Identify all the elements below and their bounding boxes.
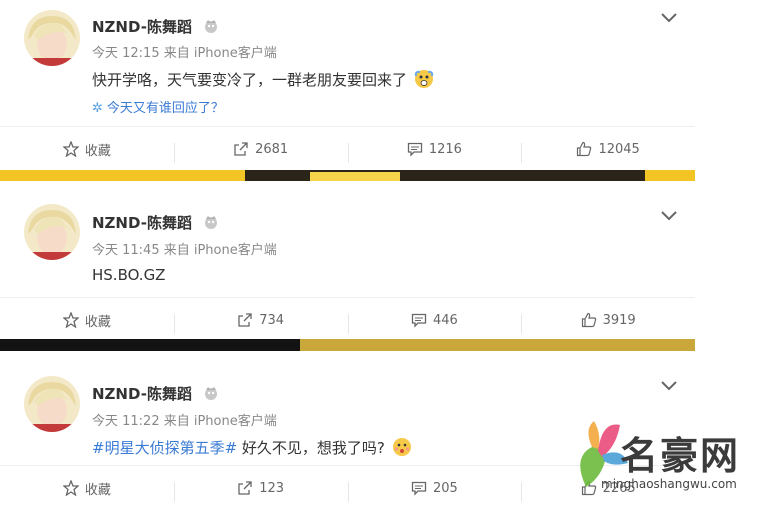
repost-button[interactable]: 2681	[173, 141, 348, 163]
chevron-down-icon[interactable]	[661, 8, 677, 23]
comment-button[interactable]: 446	[347, 312, 522, 334]
action-bar: 收藏 2681 1216 12045	[0, 126, 695, 171]
member-badge-icon	[203, 214, 219, 234]
star-icon	[62, 312, 79, 328]
comment-icon	[411, 481, 427, 496]
share-icon	[238, 313, 252, 327]
username[interactable]: NZND-陈舞蹈	[92, 212, 219, 234]
share-icon	[234, 142, 248, 156]
post-text: HS.BO.GZ	[92, 266, 166, 284]
scared-face-icon	[414, 69, 434, 93]
member-badge-icon	[203, 385, 219, 405]
star-icon	[62, 480, 79, 496]
share-icon	[238, 481, 252, 495]
post-meta: 今天 11:22 来自 iPhone客户端	[92, 414, 277, 429]
post-text: 快开学咯，天气要变冷了，一群老朋友要回来了	[92, 69, 434, 93]
favorite-button[interactable]: 收藏	[0, 140, 174, 159]
watermark-url: minghaoshangwu.com	[601, 477, 737, 491]
action-bar: 收藏 734 446 3919	[0, 297, 695, 342]
watermark-title: 名豪网	[620, 434, 741, 478]
like-button[interactable]: 3919	[521, 312, 695, 334]
username[interactable]: NZND-陈舞蹈	[92, 383, 219, 405]
post-card: NZND-陈舞蹈 今天 12:15 来自 iPhone客户端 快开学咯，天气要变…	[0, 0, 695, 170]
chevron-down-icon[interactable]	[661, 376, 677, 391]
topic-link[interactable]: ✲ 今天又有谁回应了？	[92, 97, 224, 116]
post-text: #明星大侦探第五季# 好久不见，想我了吗?	[92, 437, 412, 461]
username[interactable]: NZND-陈舞蹈	[92, 16, 219, 38]
avatar[interactable]	[24, 10, 80, 66]
repost-button[interactable]: 734	[173, 312, 348, 334]
comment-icon	[407, 142, 422, 157]
sparkle-icon: ✲	[92, 101, 103, 116]
like-button[interactable]: 12045	[521, 141, 695, 163]
kiss-face-icon	[392, 437, 412, 461]
thumbs-up-icon	[577, 141, 592, 157]
avatar[interactable]	[24, 204, 80, 260]
image-strip	[0, 170, 695, 181]
hashtag-link[interactable]: #明星大侦探第五季#	[92, 439, 237, 457]
thumbs-up-icon	[581, 312, 596, 328]
comment-button[interactable]: 1216	[347, 141, 522, 163]
post-meta: 今天 11:45 来自 iPhone客户端	[92, 243, 277, 258]
avatar[interactable]	[24, 376, 80, 432]
comment-button[interactable]: 205	[347, 480, 522, 502]
favorite-button[interactable]: 收藏	[0, 479, 174, 498]
comment-icon	[411, 313, 427, 328]
repost-button[interactable]: 123	[173, 480, 348, 502]
favorite-button[interactable]: 收藏	[0, 311, 174, 330]
post-meta: 今天 12:15 来自 iPhone客户端	[92, 46, 277, 61]
member-badge-icon	[203, 18, 219, 38]
chevron-down-icon[interactable]	[661, 206, 677, 221]
post-card: NZND-陈舞蹈 今天 11:45 来自 iPhone客户端 HS.BO.GZ …	[0, 181, 695, 339]
star-icon	[62, 141, 79, 157]
image-strip	[0, 339, 695, 351]
